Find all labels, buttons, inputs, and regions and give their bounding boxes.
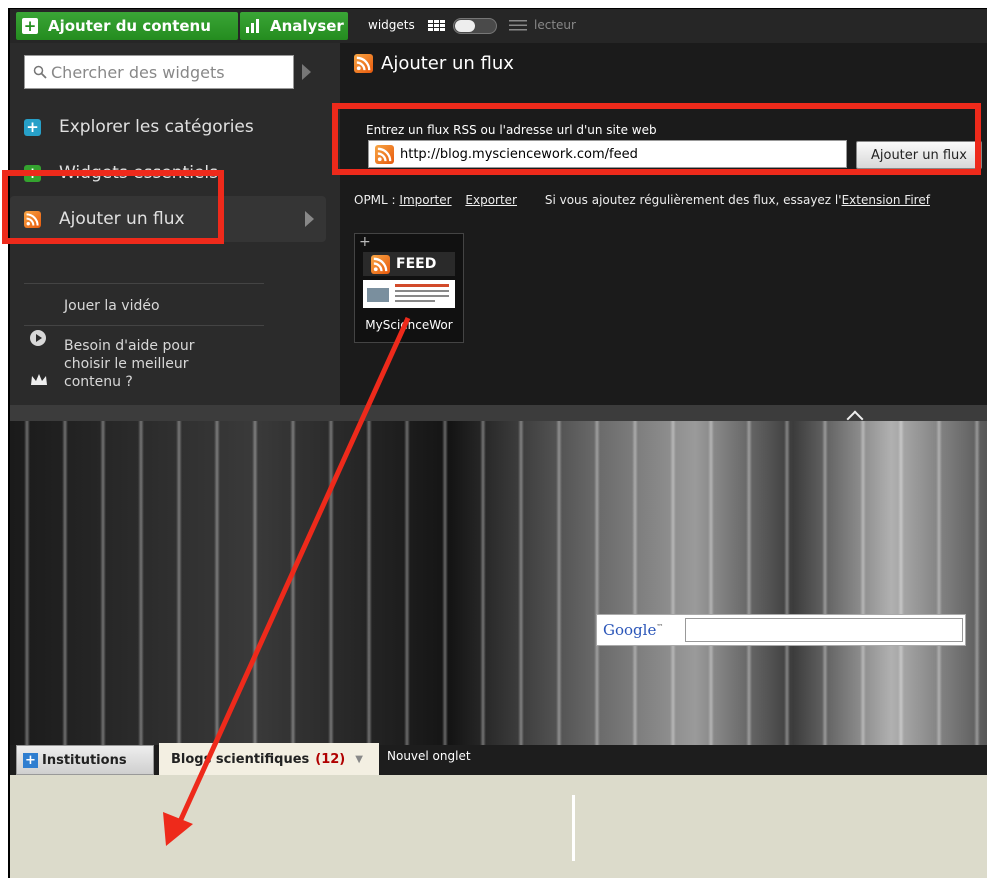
highlight-box-sidebar — [2, 170, 224, 244]
help-line: choisir le meilleur — [64, 356, 189, 372]
help-line: Besoin d'aide pour — [64, 338, 195, 354]
search-placeholder: Chercher des widgets — [51, 62, 225, 82]
background-image — [10, 421, 987, 745]
sidebar-item-explore-categories[interactable]: + Explorer les catégories — [10, 104, 326, 150]
view-toggle[interactable] — [453, 18, 497, 34]
help-line: contenu ? — [64, 374, 133, 390]
analyse-label: Analyser — [270, 17, 344, 35]
tab-institutions[interactable]: + Institutions — [16, 745, 154, 775]
reader-view-label[interactable]: lecteur — [534, 18, 576, 32]
page-title-text: Ajouter un flux — [381, 53, 514, 74]
add-feed-panel: Ajouter un flux Entrez un flux RSS ou l'… — [340, 43, 987, 405]
plus-icon: + — [22, 17, 38, 35]
extension-hint: Si vous ajoutez régulièrement des flux, … — [544, 193, 842, 207]
opml-label: OPML : — [354, 193, 396, 207]
feed-badge-label: FEED — [396, 256, 437, 272]
play-video-link[interactable]: Jouer la vidéo — [64, 297, 160, 315]
add-content-tab[interactable]: + Ajouter du contenu — [16, 12, 238, 40]
feed-thumbnail — [363, 280, 455, 308]
grid-view-icon[interactable] — [428, 20, 446, 31]
analyse-tab[interactable]: Analyser — [240, 12, 348, 40]
chevron-down-icon[interactable]: ▼ — [355, 754, 363, 765]
google-logo-text: Google — [603, 621, 657, 639]
page-title: Ajouter un flux — [354, 53, 514, 74]
export-link[interactable]: Exporter — [465, 193, 517, 207]
crown-icon — [31, 374, 47, 385]
feed-widget-tile[interactable]: + FEED MyScienceWor — [354, 233, 464, 343]
opml-row: OPML : Importer Exporter Si vous ajoutez… — [354, 193, 940, 207]
panel-separator[interactable] — [10, 405, 987, 421]
plus-icon: + — [24, 118, 41, 136]
tab-content-area — [10, 775, 987, 878]
bar-chart-icon — [246, 19, 262, 33]
chevron-right-icon — [305, 211, 314, 227]
trademark: ™ — [656, 623, 664, 631]
google-logo: Google™ — [603, 621, 663, 639]
play-icon[interactable] — [30, 330, 46, 346]
add-icon[interactable]: + — [359, 234, 371, 250]
tab-label: Blogs scientifiques — [171, 751, 310, 767]
extension-link[interactable]: Extension Firef — [842, 193, 930, 207]
chevron-right-icon[interactable] — [302, 64, 311, 80]
rss-icon — [354, 54, 373, 73]
tab-blogs-scientifiques[interactable]: Blogs scientifiques (12) ▼ — [159, 743, 379, 775]
tab-label: Institutions — [42, 752, 127, 768]
help-text[interactable]: Besoin d'aide pour choisir le meilleur c… — [64, 337, 195, 391]
widgets-view-label: widgets — [368, 18, 415, 32]
import-link[interactable]: Importer — [399, 193, 451, 207]
google-search-box: Google™ — [596, 614, 966, 646]
plus-icon: + — [23, 752, 38, 768]
google-search-input[interactable] — [685, 618, 963, 642]
feed-badge: FEED — [363, 252, 455, 276]
list-view-icon[interactable] — [509, 20, 527, 31]
top-toolbar: + Ajouter du contenu Analyser widgets le… — [10, 9, 987, 43]
feed-widget-name: MyScienceWor — [365, 318, 453, 332]
highlight-box-form — [332, 103, 981, 175]
divider — [24, 283, 264, 284]
column-divider — [572, 795, 575, 861]
widget-search-input[interactable]: Chercher des widgets — [24, 55, 294, 89]
tab-count: (12) — [315, 751, 346, 767]
toggle-knob — [455, 20, 475, 32]
tab-new[interactable]: Nouvel onglet — [387, 749, 471, 763]
divider — [24, 325, 264, 326]
rss-icon — [371, 254, 390, 274]
search-icon — [33, 65, 47, 79]
sidebar-item-label: Explorer les catégories — [59, 117, 254, 137]
add-content-label: Ajouter du contenu — [48, 17, 211, 35]
